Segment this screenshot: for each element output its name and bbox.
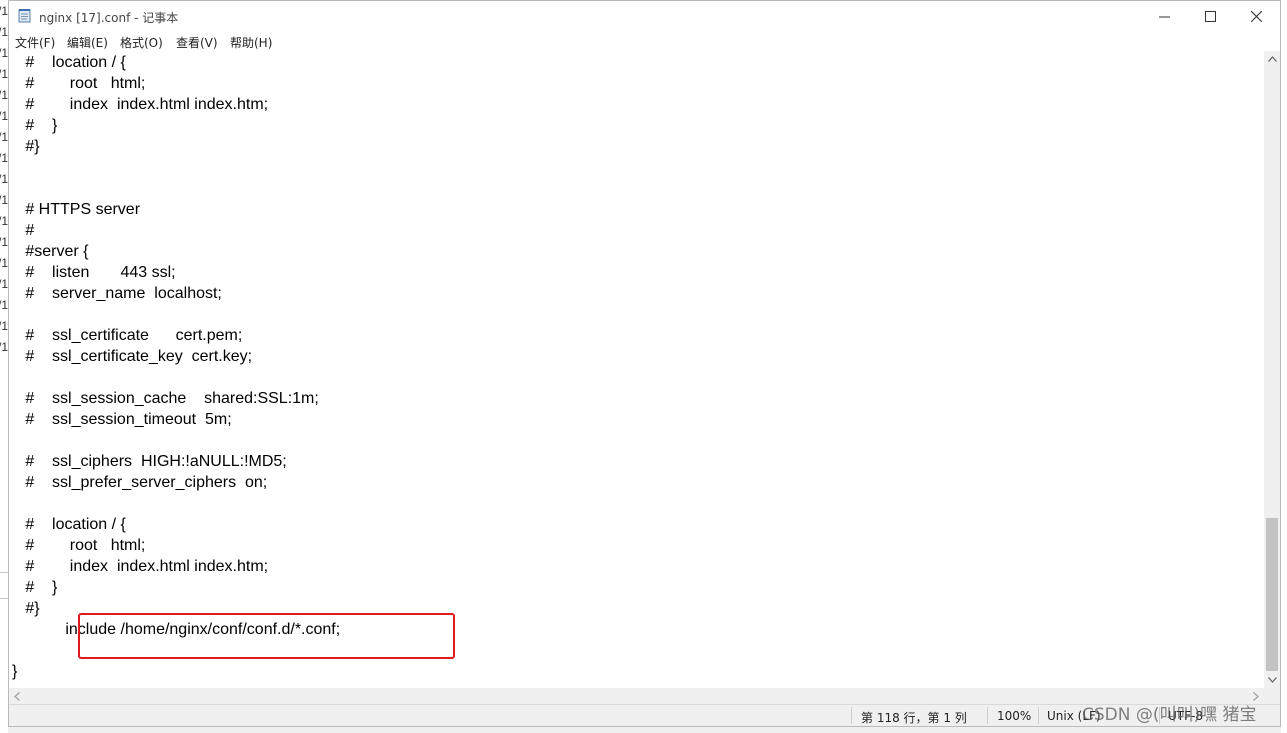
- close-button[interactable]: [1233, 1, 1279, 31]
- code-line[interactable]: # location / {: [12, 52, 340, 73]
- background-text-fragment: /1: [0, 151, 8, 165]
- code-line[interactable]: # ssl_prefer_server_ciphers on;: [12, 472, 340, 493]
- code-line[interactable]: # ssl_session_timeout 5m;: [12, 409, 340, 430]
- background-window-edge: /1 /1 /1 /1 /1 /1 /1 /1 /1 /1 /1 /1 /1 /…: [0, 0, 8, 733]
- csdn-watermark: CSDN @(叫叫)嘿 猪宝: [1082, 705, 1257, 725]
- code-line[interactable]: # root html;: [12, 535, 340, 556]
- close-icon: [1250, 10, 1262, 22]
- vertical-scroll-thumb[interactable]: [1266, 518, 1278, 671]
- highlight-annotation-box: [78, 613, 455, 659]
- code-line[interactable]: [12, 178, 340, 199]
- chevron-up-icon: [1267, 56, 1277, 62]
- background-window-edge-right: [1281, 0, 1287, 733]
- background-text-fragment: /1: [0, 298, 8, 312]
- code-line[interactable]: # HTTPS server: [12, 199, 340, 220]
- maximize-button[interactable]: [1187, 1, 1233, 31]
- menu-bar: 文件(F) 编辑(E) 格式(O) 查看(V) 帮助(H): [9, 31, 1280, 51]
- background-text-fragment: /1: [0, 130, 8, 144]
- code-line[interactable]: # listen 443 ssl;: [12, 262, 340, 283]
- background-text-fragment: /1: [0, 67, 8, 81]
- background-divider: [0, 572, 8, 573]
- scroll-left-button[interactable]: [9, 688, 25, 704]
- chevron-left-icon: [14, 691, 20, 701]
- scroll-up-button[interactable]: [1264, 51, 1280, 67]
- status-separator: [987, 707, 988, 724]
- background-text-fragment: /1: [0, 4, 8, 18]
- cursor-position: 第 118 行，第 1 列: [861, 711, 967, 725]
- title-bar[interactable]: nginx [17].conf - 记事本: [9, 1, 1280, 31]
- notepad-icon: [18, 9, 31, 23]
- code-line[interactable]: # }: [12, 115, 340, 136]
- menu-format[interactable]: 格式(O): [120, 34, 163, 51]
- minimize-button[interactable]: [1141, 1, 1187, 31]
- background-text-fragment: /1: [0, 88, 8, 102]
- zoom-level: 100%: [997, 709, 1032, 723]
- maximize-icon: [1204, 10, 1216, 22]
- code-line[interactable]: # ssl_certificate_key cert.key;: [12, 346, 340, 367]
- code-text[interactable]: # location / { # root html; # index inde…: [12, 52, 340, 682]
- background-text-fragment: /1: [0, 193, 8, 207]
- code-line[interactable]: # }: [12, 577, 340, 598]
- background-text-fragment: /1: [0, 25, 8, 39]
- menu-help[interactable]: 帮助(H): [230, 34, 272, 51]
- scrollbar-corner: [1264, 688, 1280, 704]
- code-line[interactable]: # root html;: [12, 73, 340, 94]
- background-text-fragment: /1: [0, 46, 8, 60]
- background-divider: [0, 598, 8, 599]
- chevron-down-icon: [1267, 677, 1277, 683]
- code-line[interactable]: #}: [12, 136, 340, 157]
- code-line[interactable]: # ssl_certificate cert.pem;: [12, 325, 340, 346]
- code-line[interactable]: }: [12, 661, 340, 682]
- background-text-fragment: /1: [0, 235, 8, 249]
- code-line[interactable]: # location / {: [12, 514, 340, 535]
- horizontal-scrollbar[interactable]: [9, 688, 1264, 704]
- background-text-fragment: /1: [0, 172, 8, 186]
- code-line[interactable]: #: [12, 220, 340, 241]
- window-title: nginx [17].conf - 记事本: [39, 11, 179, 25]
- background-text-fragment: /1: [0, 340, 8, 354]
- code-line[interactable]: # ssl_session_cache shared:SSL:1m;: [12, 388, 340, 409]
- background-text-fragment: /1: [0, 277, 8, 291]
- code-line[interactable]: #server {: [12, 241, 340, 262]
- menu-edit[interactable]: 编辑(E): [67, 34, 108, 51]
- code-line[interactable]: # index index.html index.htm;: [12, 556, 340, 577]
- code-line[interactable]: [12, 430, 340, 451]
- background-text-fragment: /1: [0, 319, 8, 333]
- code-line[interactable]: # ssl_ciphers HIGH:!aNULL:!MD5;: [12, 451, 340, 472]
- background-text-fragment: /1: [0, 109, 8, 123]
- text-editor-area[interactable]: # location / { # root html; # index inde…: [9, 51, 1264, 688]
- code-line[interactable]: [12, 304, 340, 325]
- menu-file[interactable]: 文件(F): [15, 34, 55, 51]
- background-text-fragment: /1: [0, 214, 8, 228]
- menu-view[interactable]: 查看(V): [176, 34, 218, 51]
- status-separator: [1038, 707, 1039, 724]
- code-line[interactable]: [12, 493, 340, 514]
- code-line[interactable]: # server_name localhost;: [12, 283, 340, 304]
- code-line[interactable]: # index index.html index.htm;: [12, 94, 340, 115]
- minimize-icon: [1158, 16, 1170, 17]
- code-line[interactable]: [12, 157, 340, 178]
- status-separator: [851, 707, 852, 724]
- code-line[interactable]: [12, 367, 340, 388]
- notepad-window: nginx [17].conf - 记事本 文件(F) 编辑(E) 格式(O) …: [8, 0, 1281, 727]
- background-text-fragment: /1: [0, 256, 8, 270]
- vertical-scrollbar[interactable]: [1264, 51, 1280, 688]
- scroll-down-button[interactable]: [1264, 672, 1280, 688]
